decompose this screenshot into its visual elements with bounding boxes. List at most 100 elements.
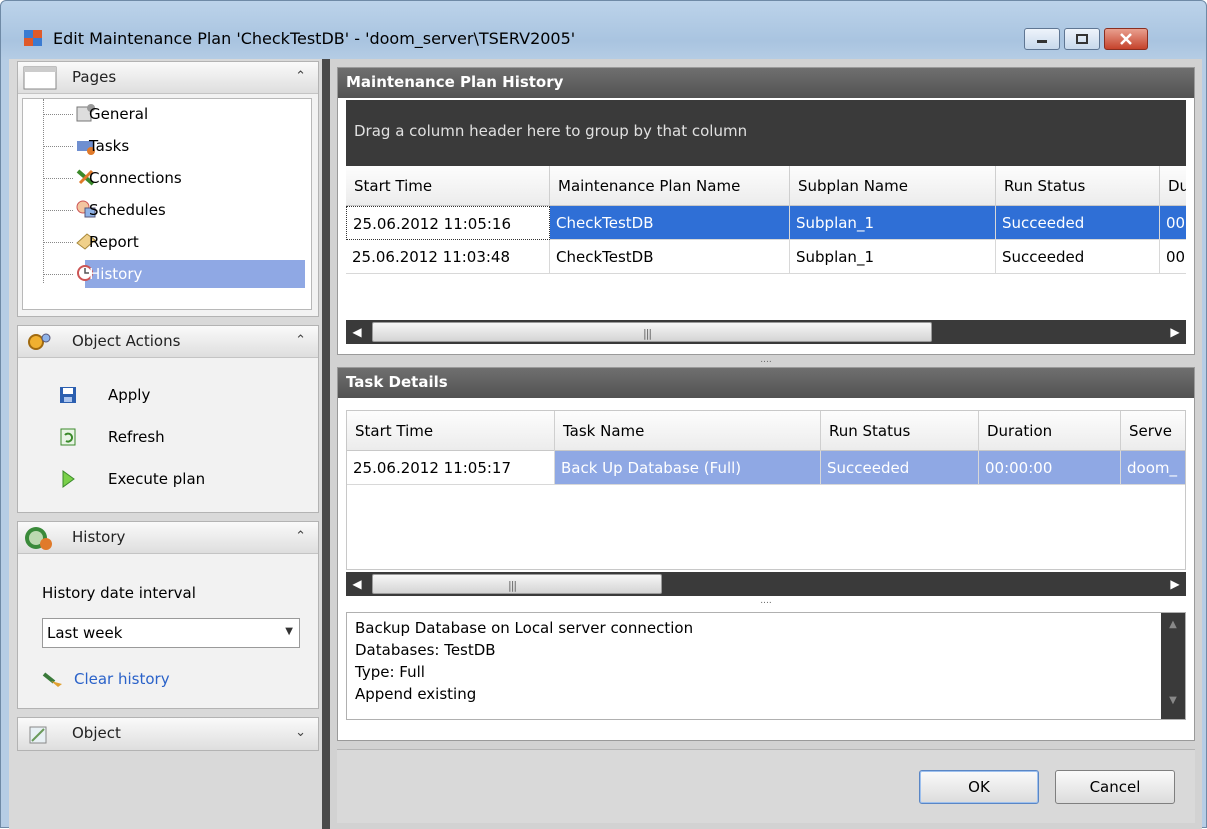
title-bar[interactable]: Edit Maintenance Plan 'CheckTestDB' - 'd… xyxy=(1,1,1206,59)
cell-task-name[interactable]: Back Up Database (Full) xyxy=(555,451,821,485)
scroll-thumb[interactable]: ||| xyxy=(372,322,932,342)
cell-run-status[interactable]: Succeeded xyxy=(996,240,1160,274)
pages-tree: General Tasks Connections Schedules Repo… xyxy=(22,98,312,310)
cell-start-time[interactable]: 25.06.2012 11:05:17 xyxy=(347,451,555,485)
page-item-schedules[interactable]: Schedules xyxy=(23,195,311,225)
task-grid: Start Time Task Name Run Status Duration… xyxy=(346,410,1186,570)
column-task-name[interactable]: Task Name xyxy=(555,411,821,451)
history-interval-label: History date interval xyxy=(42,584,196,602)
tree-connector xyxy=(43,242,73,243)
object-actions-header[interactable]: Object Actions ⌃ xyxy=(18,326,318,358)
history-panel-title: Maintenance Plan History xyxy=(338,68,1194,98)
apply-action[interactable]: Apply xyxy=(48,378,308,412)
scroll-left-icon[interactable]: ◀ xyxy=(346,572,368,596)
scroll-up-icon[interactable]: ▲ xyxy=(1165,619,1181,635)
history-interval-value: Last week xyxy=(47,624,123,642)
app-icon xyxy=(24,30,42,46)
grip-icon: ||| xyxy=(643,327,652,340)
close-button[interactable] xyxy=(1104,28,1148,50)
page-item-connections[interactable]: Connections xyxy=(23,163,311,193)
task-details-panel: Task Details Start Time Task Name Run St… xyxy=(337,367,1195,741)
task-horizontal-scrollbar[interactable]: ◀ ||| ▶ xyxy=(346,572,1186,596)
scroll-thumb[interactable]: ||| xyxy=(372,574,662,594)
object-actions-title: Object Actions xyxy=(72,332,181,350)
collapse-chevron-icon[interactable]: ⌃ xyxy=(295,69,306,84)
history-horizontal-scrollbar[interactable]: ◀ ||| ▶ xyxy=(346,320,1186,344)
history-grid-header: Start Time Maintenance Plan Name Subplan… xyxy=(346,166,1186,206)
dialog-body: Pages ⌃ General Tasks Connections Schedu… xyxy=(9,59,1202,829)
minimize-button[interactable] xyxy=(1024,28,1060,50)
tree-connector xyxy=(43,114,73,115)
page-item-report[interactable]: Report xyxy=(23,227,311,257)
column-run-status[interactable]: Run Status xyxy=(996,166,1160,206)
maximize-button[interactable] xyxy=(1064,28,1100,50)
column-subplan-name[interactable]: Subplan Name xyxy=(790,166,996,206)
expand-chevron-icon[interactable]: ⌄ xyxy=(295,725,306,740)
scroll-right-icon[interactable]: ▶ xyxy=(1164,572,1186,596)
content-area: Maintenance Plan History Drag a column h… xyxy=(330,59,1202,829)
table-row[interactable]: 25.06.2012 11:05:16 CheckTestDB Subplan_… xyxy=(346,206,1186,240)
column-duration[interactable]: Duration xyxy=(979,411,1121,451)
cell-start-time[interactable]: 25.06.2012 11:05:16 xyxy=(346,206,550,240)
page-item-tasks[interactable]: Tasks xyxy=(23,131,311,161)
object-actions-group: Object Actions ⌃ Apply Refresh Execute p… xyxy=(17,325,319,513)
group-by-area[interactable]: Drag a column header here to group by th… xyxy=(346,100,1186,166)
details-splitter[interactable]: .... xyxy=(338,597,1194,606)
chevron-down-icon[interactable]: ▼ xyxy=(285,626,293,637)
window-title: Edit Maintenance Plan 'CheckTestDB' - 'd… xyxy=(53,29,576,48)
scroll-right-icon[interactable]: ▶ xyxy=(1164,320,1186,344)
clear-history-link[interactable]: Clear history xyxy=(74,670,170,688)
page-item-history[interactable]: History xyxy=(23,259,311,289)
action-label: Execute plan xyxy=(108,470,206,488)
table-row[interactable]: 25.06.2012 11:05:17 Back Up Database (Fu… xyxy=(347,451,1185,485)
cell-duration[interactable]: 00 xyxy=(1160,206,1186,240)
object-group-header[interactable]: Object ⌄ xyxy=(18,718,318,750)
column-run-status[interactable]: Run Status xyxy=(821,411,979,451)
horizontal-splitter[interactable]: .... xyxy=(337,356,1195,365)
execute-plan-action[interactable]: Execute plan xyxy=(48,462,308,496)
tree-connector xyxy=(43,146,73,147)
table-row[interactable]: 25.06.2012 11:03:48 CheckTestDB Subplan_… xyxy=(346,240,1186,274)
column-start-time[interactable]: Start Time xyxy=(347,411,555,451)
pages-group-header[interactable]: Pages ⌃ xyxy=(18,62,318,94)
gears-icon xyxy=(28,333,51,350)
cell-plan-name[interactable]: CheckTestDB xyxy=(550,240,790,274)
details-vertical-scrollbar[interactable]: ▲ ▼ xyxy=(1161,613,1185,719)
vertical-splitter[interactable] xyxy=(322,59,330,829)
cell-start-time[interactable]: 25.06.2012 11:03:48 xyxy=(346,240,550,274)
page-item-label: History xyxy=(89,265,143,283)
column-start-time[interactable]: Start Time xyxy=(346,166,550,206)
details-line: Type: Full xyxy=(355,663,425,681)
column-server[interactable]: Serve xyxy=(1121,411,1185,451)
task-grid-header: Start Time Task Name Run Status Duration… xyxy=(347,411,1185,451)
details-line: Backup Database on Local server connecti… xyxy=(355,619,694,637)
history-interval-select[interactable]: Last week ▼ xyxy=(42,618,300,648)
tree-connector xyxy=(43,210,73,211)
cell-plan-name[interactable]: CheckTestDB xyxy=(550,206,790,240)
cell-run-status[interactable]: Succeeded xyxy=(996,206,1160,240)
refresh-icon xyxy=(60,428,76,446)
details-line: Append existing xyxy=(355,685,477,703)
cell-subplan-name[interactable]: Subplan_1 xyxy=(790,206,996,240)
scroll-left-icon[interactable]: ◀ xyxy=(346,320,368,344)
collapse-chevron-icon[interactable]: ⌃ xyxy=(295,529,306,544)
scroll-down-icon[interactable]: ▼ xyxy=(1165,695,1181,711)
cancel-button[interactable]: Cancel xyxy=(1055,770,1175,804)
action-label: Refresh xyxy=(108,428,165,446)
maximize-icon xyxy=(1076,34,1088,44)
left-navigation: Pages ⌃ General Tasks Connections Schedu… xyxy=(9,59,322,829)
history-group-header[interactable]: History ⌃ xyxy=(18,522,318,554)
ok-button[interactable]: OK xyxy=(919,770,1039,804)
cell-duration[interactable]: 00:00:00 xyxy=(979,451,1121,485)
page-item-general[interactable]: General xyxy=(23,99,311,129)
window: Edit Maintenance Plan 'CheckTestDB' - 'd… xyxy=(0,0,1207,829)
column-plan-name[interactable]: Maintenance Plan Name xyxy=(550,166,790,206)
task-details-text: Backup Database on Local server connecti… xyxy=(346,612,1186,720)
cell-server[interactable]: doom_ xyxy=(1121,451,1185,485)
refresh-action[interactable]: Refresh xyxy=(48,420,308,454)
collapse-chevron-icon[interactable]: ⌃ xyxy=(295,333,306,348)
column-duration[interactable]: Du xyxy=(1160,166,1186,206)
cell-subplan-name[interactable]: Subplan_1 xyxy=(790,240,996,274)
cell-duration[interactable]: 00 xyxy=(1160,240,1186,274)
cell-run-status[interactable]: Succeeded xyxy=(821,451,979,485)
